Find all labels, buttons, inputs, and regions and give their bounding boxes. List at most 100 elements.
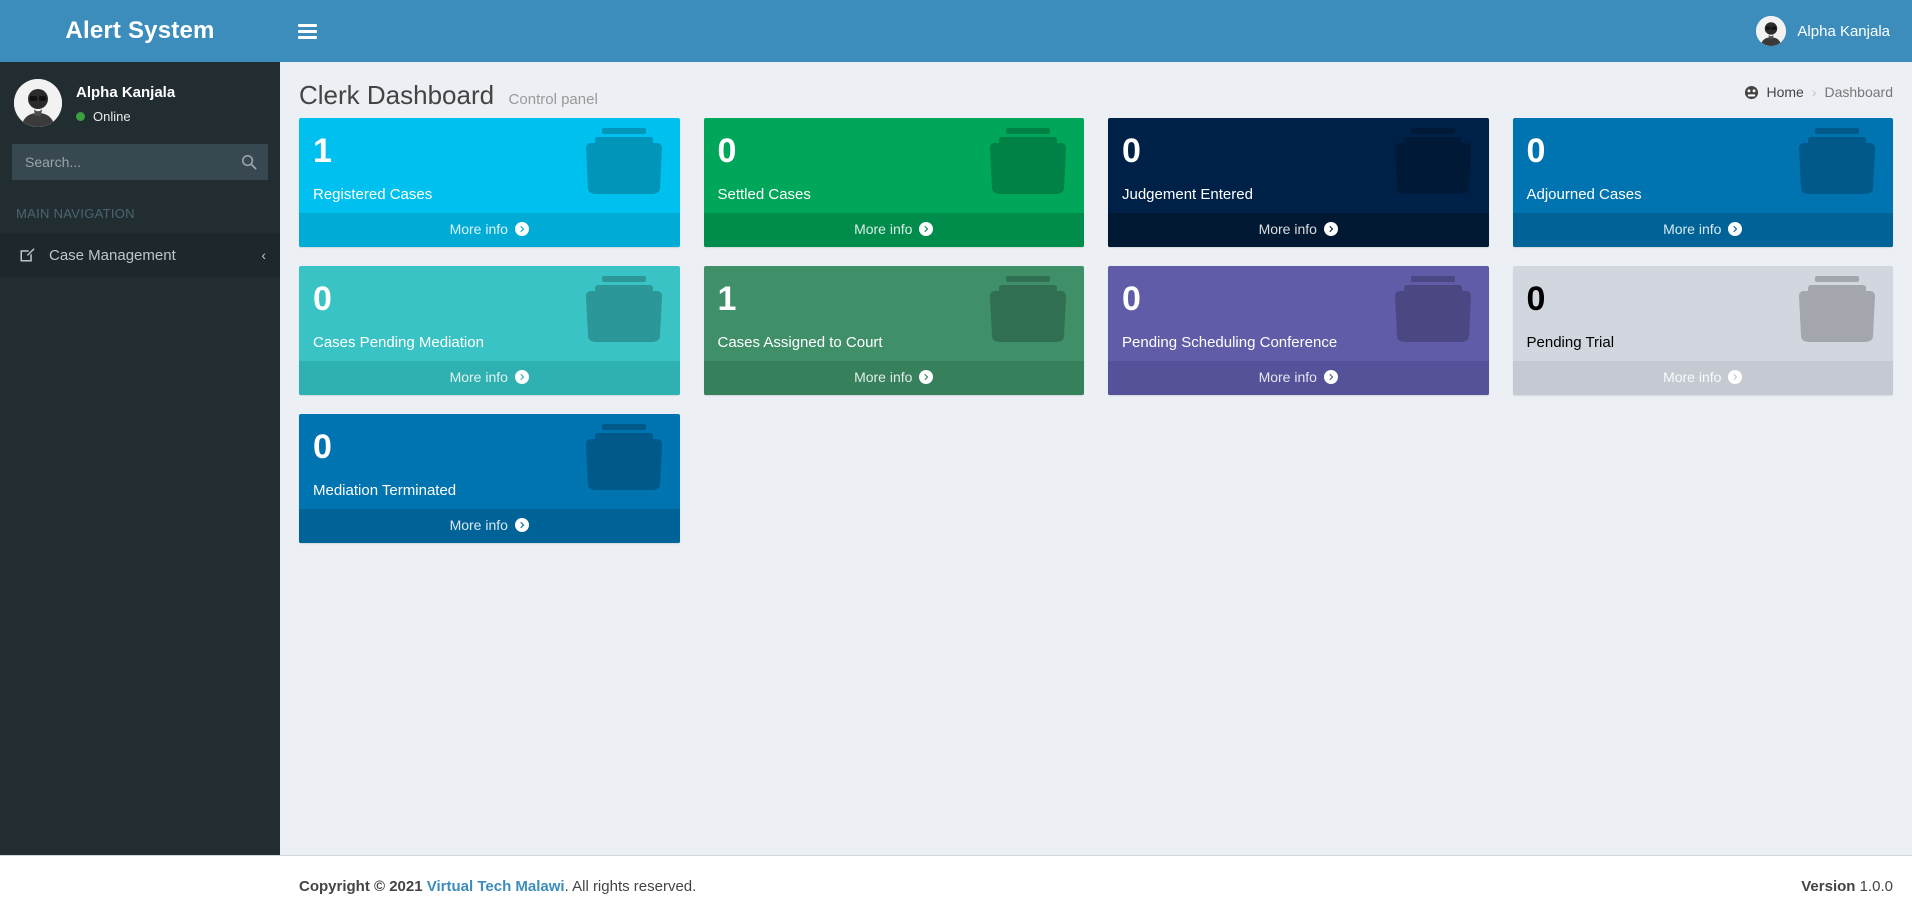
content-header: Clerk Dashboard Control panel Home › Das…	[280, 62, 1912, 118]
chevron-left-icon: ‹	[261, 247, 266, 263]
stat-cards-grid: 1 Registered Cases More info 0 Settled Cases…	[280, 118, 1912, 562]
brand-logo[interactable]: Alert System	[0, 0, 280, 62]
stat-card-body: 1 Cases Assigned to Court	[704, 266, 1085, 361]
stat-card-more-info-link[interactable]: More info	[1108, 213, 1489, 247]
avatar	[14, 79, 62, 127]
stat-card-body: 0 Mediation Terminated	[299, 414, 680, 509]
more-info-label: More info	[449, 369, 508, 385]
stat-card-more-info-link[interactable]: More info	[703, 361, 1084, 395]
footer-version-number: 1.0.0	[1859, 878, 1893, 895]
stat-card-column: 0 Pending Trial More info	[1501, 266, 1906, 414]
stat-card-label: Settled Cases	[717, 186, 811, 203]
arrow-circle-right-icon	[1728, 370, 1743, 387]
stat-card-label: Adjourned Cases	[1526, 186, 1642, 203]
page-footer: Copyright © 2021 Virtual Tech Malawi. Al…	[280, 855, 1912, 917]
stat-card-more-info-link[interactable]: More info	[1512, 361, 1893, 395]
hamburger-icon	[297, 21, 317, 42]
stat-card-body: 0 Settled Cases	[704, 118, 1085, 213]
stat-card-more-info-link[interactable]: More info	[299, 213, 680, 247]
more-info-label: More info	[449, 221, 508, 237]
stat-card-body: 0 Judgement Entered	[1108, 118, 1489, 213]
sidebar-user-info: Alpha Kanjala Online	[76, 83, 175, 124]
stat-card[interactable]: 1 Cases Assigned to Court More info	[703, 266, 1085, 395]
more-info-label: More info	[854, 369, 913, 385]
stat-card-column: 1 Cases Assigned to Court More info	[692, 266, 1097, 414]
stat-card-number: 0	[1526, 280, 1546, 318]
stat-card[interactable]: 0 Judgement Entered More info	[1108, 118, 1489, 247]
breadcrumb-separator: ›	[1811, 84, 1817, 100]
stat-card-more-info-link[interactable]: More info	[1512, 213, 1893, 247]
footer-company-link[interactable]: Virtual Tech Malawi	[427, 878, 565, 895]
search-button[interactable]	[230, 144, 268, 180]
content-wrapper: Clerk Dashboard Control panel Home › Das…	[280, 62, 1912, 855]
footer-copyright-prefix: Copyright © 2021	[299, 878, 423, 895]
online-status-dot	[76, 111, 85, 121]
stat-card-column: 0 Settled Cases More info	[692, 118, 1097, 266]
stat-card-label: Mediation Terminated	[313, 482, 457, 499]
topbar-user-name: Alpha Kanjala	[1797, 22, 1890, 40]
stat-card-number: 0	[1122, 132, 1141, 170]
stat-card-number: 1	[313, 132, 332, 170]
more-info-label: More info	[854, 221, 913, 237]
footer-copyright: Copyright © 2021 Virtual Tech Malawi. Al…	[299, 878, 696, 895]
arrow-circle-right-icon	[514, 370, 529, 387]
stat-card-column: 0 Mediation Terminated More info	[287, 414, 692, 562]
user-avatar-icon	[1756, 16, 1787, 46]
more-info-label: More info	[1663, 369, 1722, 385]
top-navbar: Alpha Kanjala	[280, 0, 1912, 62]
stat-card[interactable]: 0 Pending Trial More info	[1512, 266, 1893, 395]
breadcrumb-current: Dashboard	[1824, 84, 1894, 100]
stat-card-number: 0	[313, 280, 332, 318]
stat-card-body: 0 Adjourned Cases	[1513, 118, 1894, 213]
brand-title: Alert System	[65, 17, 215, 44]
stat-card-body: 0 Cases Pending Mediation	[299, 266, 680, 361]
stat-card[interactable]: 0 Pending Scheduling Conference More info	[1108, 266, 1489, 395]
user-avatar-icon	[14, 79, 62, 127]
stat-card-label: Pending Scheduling Conference	[1122, 334, 1338, 351]
arrow-circle-right-icon	[1728, 222, 1743, 239]
stat-card[interactable]: 0 Mediation Terminated More info	[299, 414, 680, 543]
stat-card-column: 0 Pending Scheduling Conference More info	[1096, 266, 1501, 414]
stat-card-number: 1	[717, 280, 737, 318]
edit-square-icon	[19, 247, 41, 263]
more-info-label: More info	[1258, 369, 1317, 385]
sidebar-user-name: Alpha Kanjala	[76, 83, 176, 101]
more-info-label: More info	[1663, 221, 1722, 237]
stat-card-label: Judgement Entered	[1122, 186, 1253, 203]
page-title: Clerk Dashboard	[299, 80, 495, 110]
footer-version: Version 1.0.0	[1801, 878, 1893, 895]
stat-card-more-info-link[interactable]: More info	[299, 361, 680, 395]
stat-card-column: 0 Cases Pending Mediation More info	[287, 266, 692, 414]
stat-card-more-info-link[interactable]: More info	[1108, 361, 1489, 395]
stat-card-label: Pending Trial	[1526, 334, 1615, 351]
sidebar-user-status-label: Online	[93, 108, 131, 124]
stat-card-column: 0 Judgement Entered More info	[1096, 118, 1501, 266]
sidebar-search-wrapper	[12, 144, 268, 180]
stat-card-number: 0	[1122, 280, 1141, 318]
stat-card-number: 0	[1526, 132, 1546, 170]
stat-card-number: 0	[313, 428, 332, 466]
topbar-user-menu[interactable]: Alpha Kanjala	[1742, 0, 1912, 62]
stat-card[interactable]: 0 Adjourned Cases More info	[1512, 118, 1894, 247]
more-info-label: More info	[1258, 221, 1317, 237]
stat-card[interactable]: 0 Cases Pending Mediation More info	[299, 266, 680, 395]
stat-card-label: Registered Cases	[313, 186, 433, 203]
stat-card-more-info-link[interactable]: More info	[299, 509, 680, 543]
arrow-circle-right-icon	[919, 370, 934, 387]
stat-card-body: 0 Pending Scheduling Conference	[1108, 266, 1489, 361]
footer-copyright-suffix: . All rights reserved.	[564, 878, 697, 895]
menu-toggle-button[interactable]	[280, 0, 334, 62]
arrow-circle-right-icon	[514, 518, 529, 535]
arrow-circle-right-icon	[1323, 222, 1338, 239]
more-info-label: More info	[449, 517, 508, 533]
avatar	[1756, 16, 1787, 46]
sidebar-item-case-management[interactable]: Case Management ‹	[0, 233, 280, 277]
breadcrumb-home-link[interactable]: Home	[1766, 84, 1803, 100]
stat-card[interactable]: 1 Registered Cases More info	[299, 118, 680, 247]
stat-card[interactable]: 0 Settled Cases More info	[703, 118, 1085, 247]
stat-card-more-info-link[interactable]: More info	[703, 213, 1084, 247]
stat-card-column: 1 Registered Cases More info	[287, 118, 692, 266]
arrow-circle-right-icon	[1323, 370, 1338, 387]
stat-card-label: Cases Pending Mediation	[313, 334, 484, 351]
sidebar-user-status: Online	[76, 109, 175, 124]
